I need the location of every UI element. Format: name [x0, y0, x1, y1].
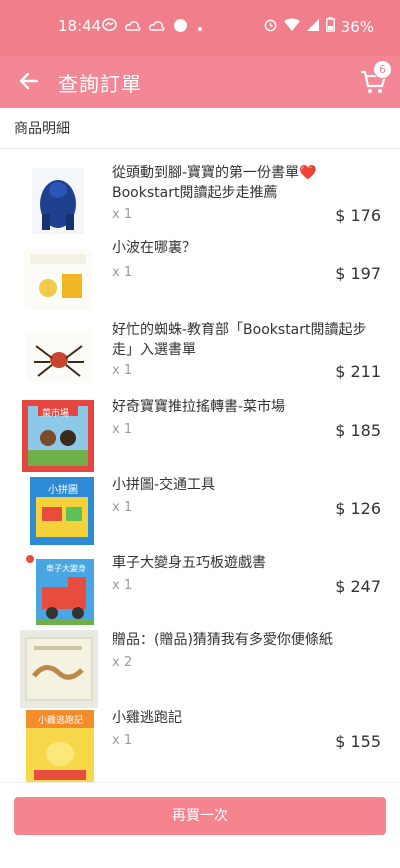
- product-qty: x 1: [112, 733, 133, 748]
- product-image: 車子大變身: [20, 551, 96, 627]
- product-name: 小雞逃跑記: [112, 710, 182, 726]
- bottom-bar: 再買一次: [0, 782, 400, 868]
- product-qty: x 1: [112, 363, 133, 378]
- product-image: [32, 168, 84, 234]
- product-name: 小拼圖-交通工具: [112, 477, 216, 493]
- product-price: $ 176: [335, 206, 381, 225]
- product-qty: x 1: [112, 265, 133, 280]
- product-price: $ 211: [335, 362, 381, 381]
- cover-title: 菜市場: [42, 409, 70, 419]
- product-image: 菜市場: [22, 400, 94, 472]
- product-qty: x 1: [112, 578, 133, 593]
- product-price: $ 197: [335, 264, 381, 283]
- signal-icon: [306, 18, 320, 36]
- cart-count-badge: 6: [373, 60, 392, 79]
- product-price: $ 155: [335, 732, 381, 751]
- section-title: 商品明細: [14, 121, 70, 137]
- cover-title: 車子大變身: [46, 564, 86, 573]
- product-price: $ 247: [335, 577, 381, 596]
- product-image: [26, 250, 90, 308]
- product-qty: x 1: [112, 500, 133, 515]
- status-time: 18:44: [58, 17, 102, 35]
- cloud-icon: [125, 18, 141, 37]
- cover-title: 小雞逃跑記: [38, 716, 84, 726]
- product-qty: x 1: [112, 422, 133, 437]
- system-icons: 36%: [263, 17, 374, 36]
- arrow-left-icon: [19, 72, 39, 90]
- messenger-icon: [102, 18, 117, 37]
- product-qty: x 1: [112, 207, 133, 222]
- product-price: $ 185: [335, 421, 381, 440]
- notification-icons: [102, 18, 204, 37]
- section-header: 商品明細: [0, 108, 400, 149]
- product-name: 好奇寶寶推拉搖轉書-菜市場: [112, 399, 286, 415]
- status-bar: 18:44 36%: [0, 0, 400, 56]
- dot-icon: [196, 18, 204, 37]
- alarm-icon: [263, 17, 278, 36]
- product-qty: x 2: [112, 655, 133, 670]
- page-title: 查詢訂單: [58, 72, 142, 96]
- battery-percent: 36%: [340, 17, 374, 36]
- rebuy-button[interactable]: 再買一次: [14, 797, 386, 835]
- product-image: [26, 332, 92, 382]
- wifi-icon: [283, 18, 300, 36]
- cloud-icon: [149, 18, 165, 37]
- product-name: 好忙的蜘蛛-教育部「Bookstart閱讀起步走」入選書單: [112, 322, 367, 358]
- product-name: 小波在哪裏？: [112, 240, 196, 256]
- product-price: $ 126: [335, 499, 381, 518]
- product-name: 從頭動到腳-寶寶的第一份書單❤️Bookstart閱讀起步走推薦: [112, 165, 317, 201]
- back-button[interactable]: [16, 68, 42, 94]
- cover-title: 小拼圖: [48, 485, 78, 496]
- product-name: 車子大變身五巧板遊戲書: [112, 555, 266, 571]
- product-image: 小拼圖: [30, 477, 94, 545]
- product-image: 小雞逃跑記: [26, 710, 94, 784]
- product-image: [20, 630, 98, 708]
- app-bar: 查詢訂單 6: [0, 56, 400, 108]
- battery-icon: [325, 17, 335, 36]
- product-name: 贈品：(贈品)猜猜我有多愛你便條紙: [112, 632, 333, 648]
- circle-icon: [173, 18, 188, 37]
